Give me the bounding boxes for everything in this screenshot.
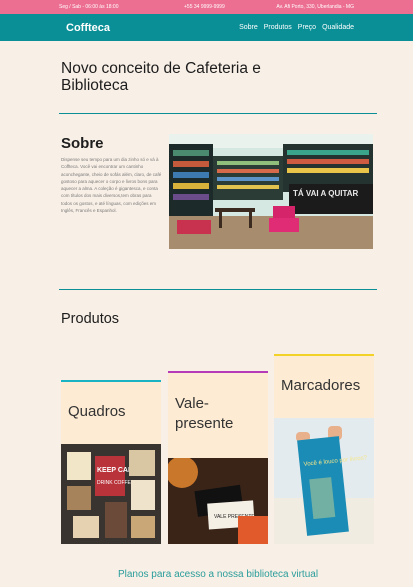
card-accent-bar	[274, 354, 374, 356]
opening-hours: Seg / Sab - 06:00 às 18:00	[59, 4, 119, 10]
nav-link-qualidade[interactable]: Qualidade	[322, 24, 354, 31]
card-label-vale-presente: Vale-presente	[175, 395, 234, 432]
navbar: Coffteca Sobre Produtos Preço Qualidade	[0, 14, 413, 41]
section-divider-2	[59, 289, 377, 290]
product-card-marcadores[interactable]: Marcadores Você é louco por livros?	[274, 354, 374, 544]
marcadores-image: Você é louco por livros?	[274, 418, 374, 544]
nav-link-preco[interactable]: Preço	[298, 24, 316, 31]
virtual-library-plans-link[interactable]: Planos para acesso a nossa biblioteca vi…	[0, 569, 413, 580]
section-divider	[59, 113, 377, 114]
sobre-text: Dispense seu tempo para um dia zinho só …	[61, 157, 162, 214]
product-card-vale-presente[interactable]: Vale-presente VALE PRESENTE	[168, 371, 268, 544]
address: Av. Afi Porto, 330, Uberlandia - MG	[276, 4, 354, 10]
card-accent-bar	[168, 371, 268, 373]
phone-number: +55 34 9999-9999	[184, 4, 225, 10]
poster-text-2: DRINK COFFEE	[97, 480, 135, 486]
card-label-marcadores: Marcadores	[281, 377, 361, 394]
vale-presente-image: VALE PRESENTE	[168, 458, 268, 544]
card-label-quadros: Quadros	[68, 403, 126, 420]
nav-link-produtos[interactable]: Produtos	[264, 24, 292, 31]
card-accent-bar	[61, 380, 161, 382]
produtos-title: Produtos	[61, 311, 120, 327]
library-sign: TÁ VAI A QUITAR	[293, 189, 359, 198]
quadros-image: KEEP CALM DRINK COFFEE	[61, 444, 161, 544]
top-info-bar: Seg / Sab - 06:00 às 18:00 +55 34 9999-9…	[0, 0, 413, 14]
hero-title: Novo conceito de Cafeteria e Biblioteca	[61, 60, 261, 94]
nav-link-sobre[interactable]: Sobre	[239, 24, 258, 31]
product-card-quadros[interactable]: Quadros KEEP CALM DRINK COFFEE	[61, 380, 161, 544]
nav-links: Sobre Produtos Preço Qualidade	[239, 24, 354, 31]
library-photo: TÁ VAI A QUITAR	[169, 134, 373, 249]
logo[interactable]: Coffteca	[66, 22, 110, 34]
sobre-title: Sobre	[61, 135, 104, 152]
